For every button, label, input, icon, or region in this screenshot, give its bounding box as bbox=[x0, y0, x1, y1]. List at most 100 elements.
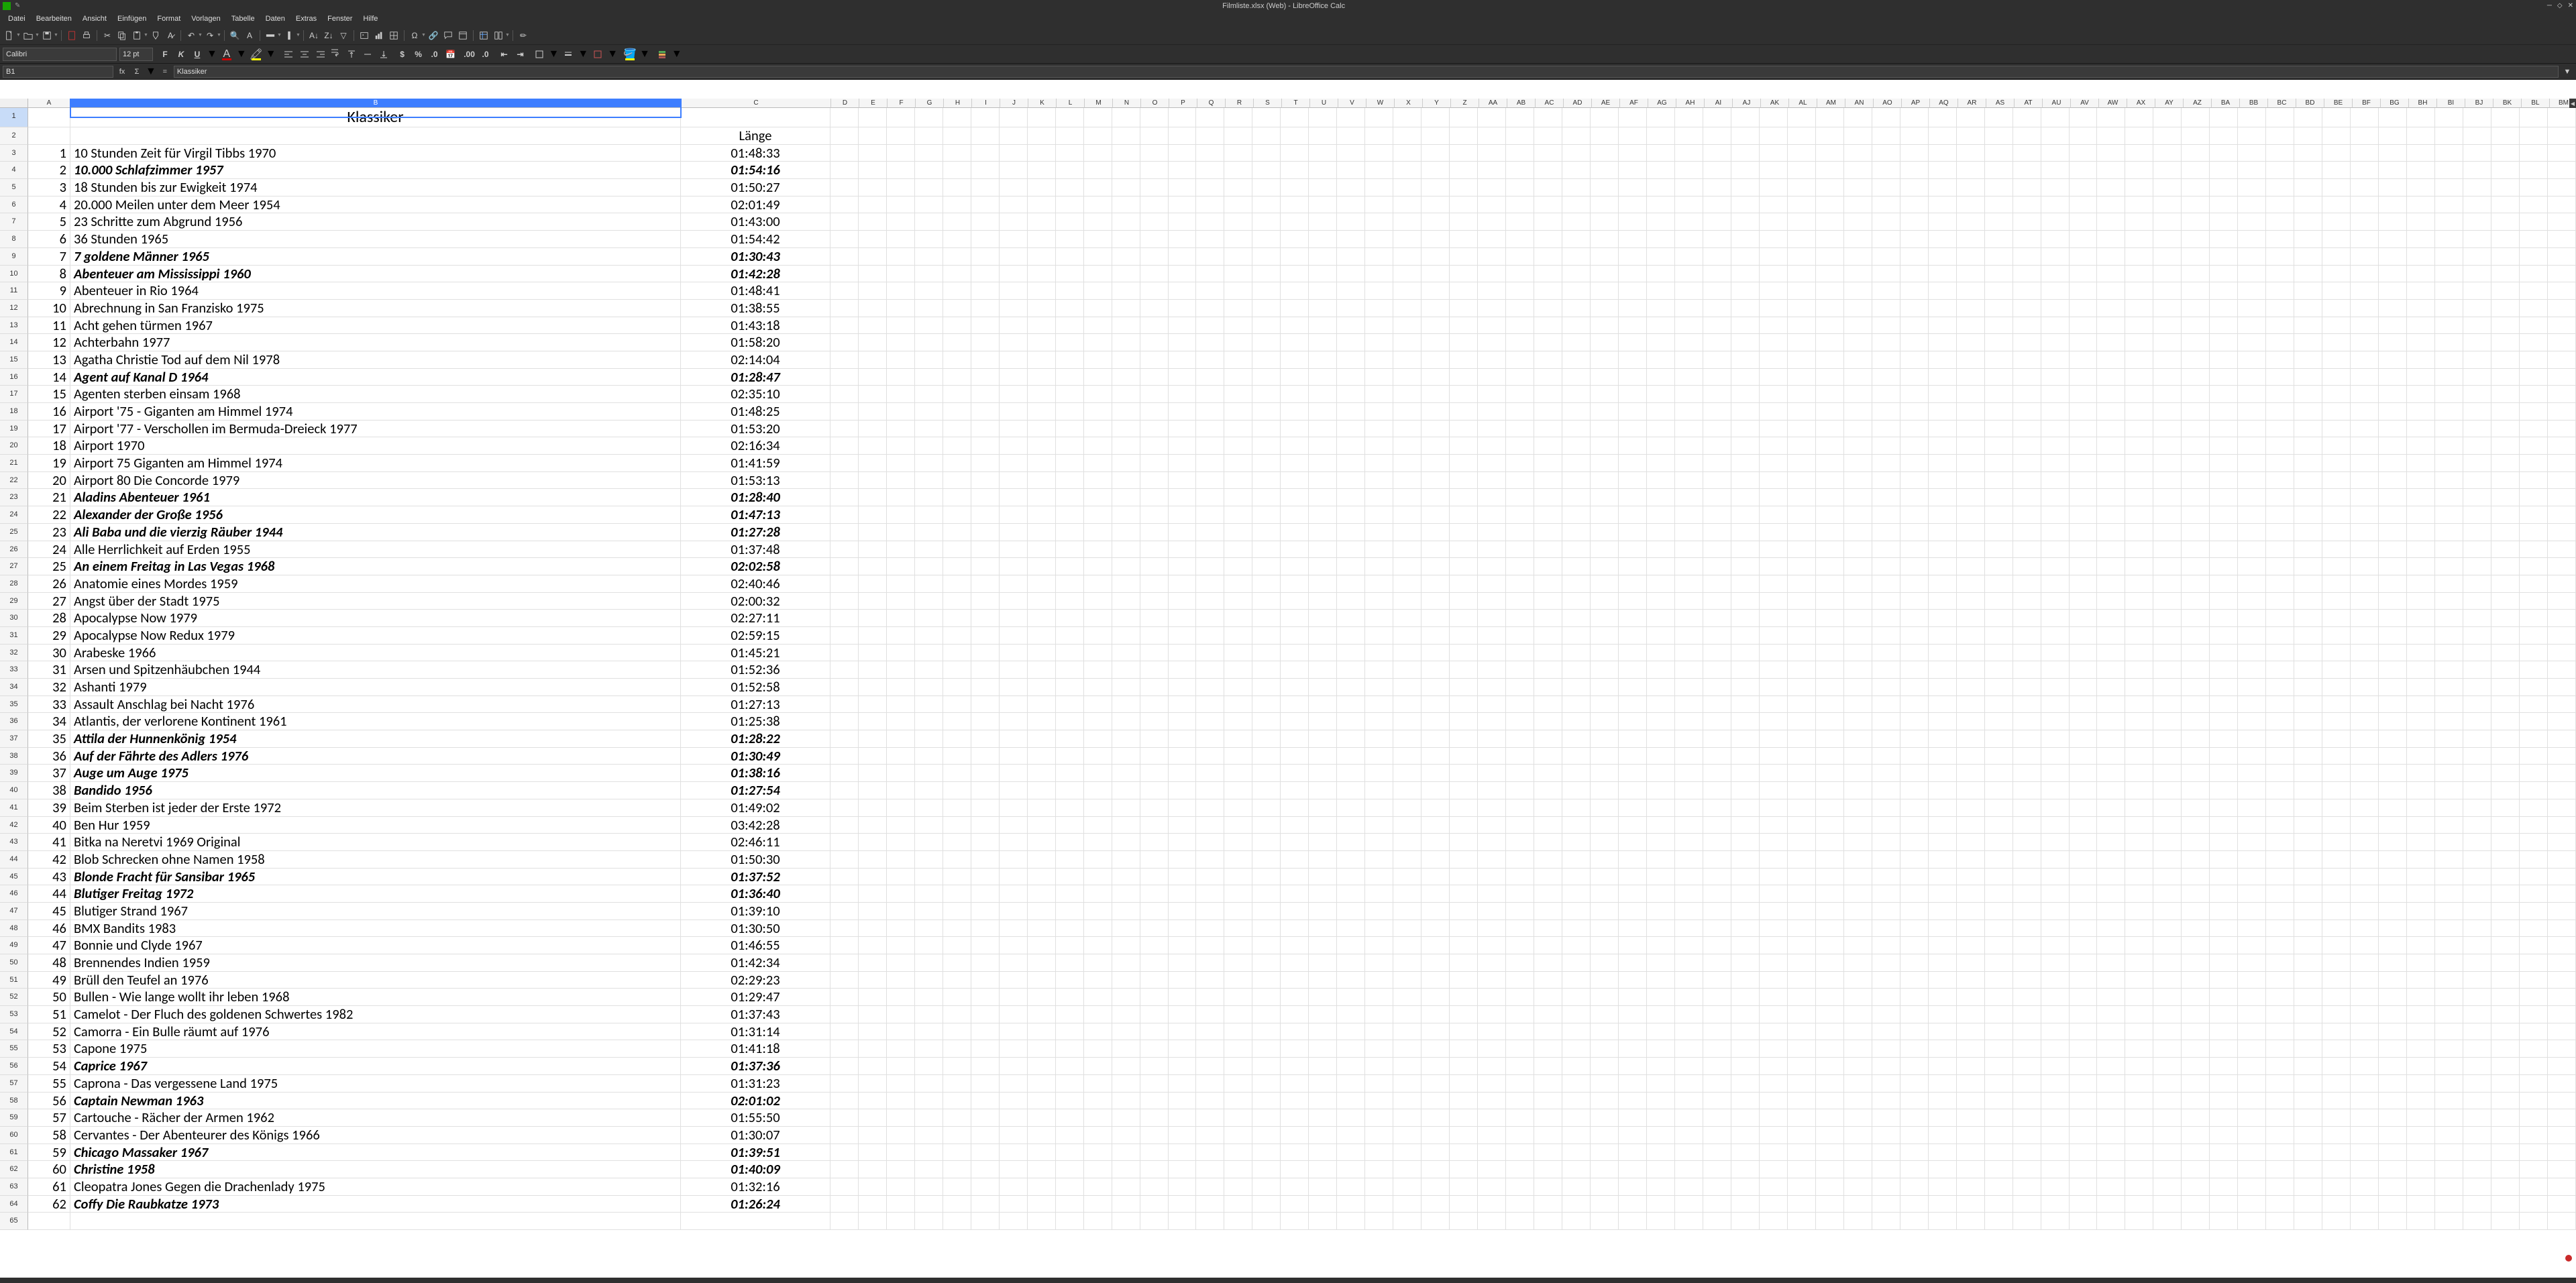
cell[interactable] bbox=[1929, 869, 1957, 886]
cell[interactable] bbox=[1365, 954, 1393, 972]
cell[interactable] bbox=[1196, 300, 1224, 317]
cell[interactable] bbox=[1252, 869, 1281, 886]
cell[interactable] bbox=[1224, 1075, 1252, 1093]
cell[interactable] bbox=[1084, 300, 1112, 317]
cell[interactable] bbox=[1647, 1023, 1675, 1041]
cell[interactable] bbox=[1000, 730, 1028, 748]
cell[interactable] bbox=[2070, 334, 2098, 351]
cell[interactable] bbox=[887, 282, 915, 300]
cell[interactable] bbox=[1506, 661, 1534, 679]
cell[interactable] bbox=[1224, 1109, 1252, 1127]
cell[interactable] bbox=[1169, 645, 1197, 662]
cell[interactable] bbox=[1703, 1040, 1731, 1058]
cell[interactable] bbox=[2491, 679, 2520, 696]
cell[interactable] bbox=[2125, 989, 2153, 1006]
cell[interactable] bbox=[2407, 127, 2435, 145]
cell[interactable] bbox=[971, 266, 1000, 283]
cell[interactable] bbox=[2153, 1178, 2182, 1196]
cell[interactable] bbox=[1478, 455, 1506, 472]
cell[interactable] bbox=[1421, 1161, 1450, 1178]
cell[interactable] bbox=[1112, 954, 1140, 972]
cell[interactable]: 43 bbox=[28, 869, 70, 886]
cell[interactable] bbox=[2463, 730, 2491, 748]
cell[interactable]: 7 goldene Männer 1965 bbox=[70, 248, 681, 266]
cell[interactable] bbox=[2491, 489, 2520, 506]
table-row[interactable]: 3432Ashanti 197901:52:58 bbox=[0, 679, 2576, 696]
cell[interactable] bbox=[1112, 782, 1140, 799]
cell[interactable] bbox=[1224, 524, 1252, 541]
cell[interactable] bbox=[2294, 920, 2322, 938]
cell[interactable] bbox=[830, 696, 859, 714]
column-header[interactable]: S bbox=[1254, 99, 1282, 108]
cell[interactable] bbox=[1028, 1006, 1056, 1023]
cell[interactable] bbox=[1816, 782, 1844, 799]
cell[interactable] bbox=[1534, 627, 1562, 645]
cell[interactable] bbox=[1816, 679, 1844, 696]
cell[interactable] bbox=[1900, 1144, 1929, 1162]
cell[interactable] bbox=[2407, 610, 2435, 627]
cell[interactable] bbox=[1703, 1213, 1731, 1230]
cell[interactable] bbox=[2097, 197, 2125, 214]
cell[interactable] bbox=[2435, 386, 2463, 403]
cell[interactable] bbox=[1647, 972, 1675, 989]
cell[interactable] bbox=[2070, 817, 2098, 834]
cell[interactable] bbox=[830, 317, 859, 335]
cell[interactable] bbox=[2294, 108, 2322, 127]
cell[interactable] bbox=[1985, 1161, 2013, 1178]
cell[interactable] bbox=[1281, 1161, 1309, 1178]
cell[interactable] bbox=[1056, 455, 1084, 472]
cell[interactable] bbox=[1309, 1075, 1337, 1093]
cell[interactable] bbox=[1760, 954, 1788, 972]
cell[interactable] bbox=[2097, 1178, 2125, 1196]
cell[interactable] bbox=[2520, 730, 2548, 748]
cell[interactable] bbox=[1056, 489, 1084, 506]
cell[interactable] bbox=[2070, 1093, 2098, 1110]
cell[interactable] bbox=[1140, 799, 1169, 817]
cell[interactable] bbox=[1534, 403, 1562, 421]
cell[interactable] bbox=[2210, 575, 2238, 593]
cell[interactable] bbox=[1478, 282, 1506, 300]
cell[interactable] bbox=[1872, 127, 1900, 145]
cell[interactable] bbox=[887, 1058, 915, 1075]
cell[interactable] bbox=[1169, 972, 1197, 989]
cell[interactable] bbox=[1816, 386, 1844, 403]
table-row[interactable]: 4745Blutiger Strand 196701:39:10 bbox=[0, 903, 2576, 920]
cell[interactable] bbox=[1788, 713, 1816, 730]
cell[interactable] bbox=[1450, 1093, 1478, 1110]
cell[interactable] bbox=[1365, 213, 1393, 231]
cell[interactable] bbox=[1393, 524, 1421, 541]
cell[interactable] bbox=[1957, 713, 1985, 730]
cell[interactable] bbox=[1084, 765, 1112, 782]
cell[interactable] bbox=[1872, 334, 1900, 351]
cell[interactable] bbox=[2013, 1178, 2041, 1196]
cell[interactable] bbox=[1647, 127, 1675, 145]
cell[interactable] bbox=[1056, 127, 1084, 145]
cell[interactable] bbox=[1703, 817, 1731, 834]
cell[interactable] bbox=[1506, 127, 1534, 145]
cell[interactable] bbox=[2125, 369, 2153, 386]
cell[interactable] bbox=[2266, 954, 2294, 972]
cell[interactable] bbox=[915, 524, 943, 541]
cell[interactable] bbox=[2463, 610, 2491, 627]
cell[interactable] bbox=[1985, 524, 2013, 541]
cell[interactable] bbox=[1337, 472, 1365, 490]
cell[interactable] bbox=[1619, 972, 1647, 989]
cell[interactable] bbox=[1478, 610, 1506, 627]
cell[interactable] bbox=[971, 920, 1000, 938]
cell[interactable] bbox=[1703, 524, 1731, 541]
cell[interactable] bbox=[1084, 1127, 1112, 1144]
cell[interactable] bbox=[1196, 765, 1224, 782]
cell[interactable] bbox=[1478, 1093, 1506, 1110]
cell[interactable] bbox=[2520, 108, 2548, 127]
column-header[interactable]: L bbox=[1057, 99, 1085, 108]
cell[interactable] bbox=[971, 403, 1000, 421]
cell[interactable] bbox=[1731, 1196, 1760, 1213]
cell[interactable] bbox=[1872, 317, 1900, 335]
cell[interactable] bbox=[1703, 972, 1731, 989]
cell[interactable] bbox=[1450, 661, 1478, 679]
cell[interactable] bbox=[1506, 351, 1534, 369]
cell[interactable] bbox=[1900, 108, 1929, 127]
cell[interactable] bbox=[2210, 972, 2238, 989]
cell[interactable] bbox=[859, 1161, 887, 1178]
cell[interactable] bbox=[2210, 1213, 2238, 1230]
